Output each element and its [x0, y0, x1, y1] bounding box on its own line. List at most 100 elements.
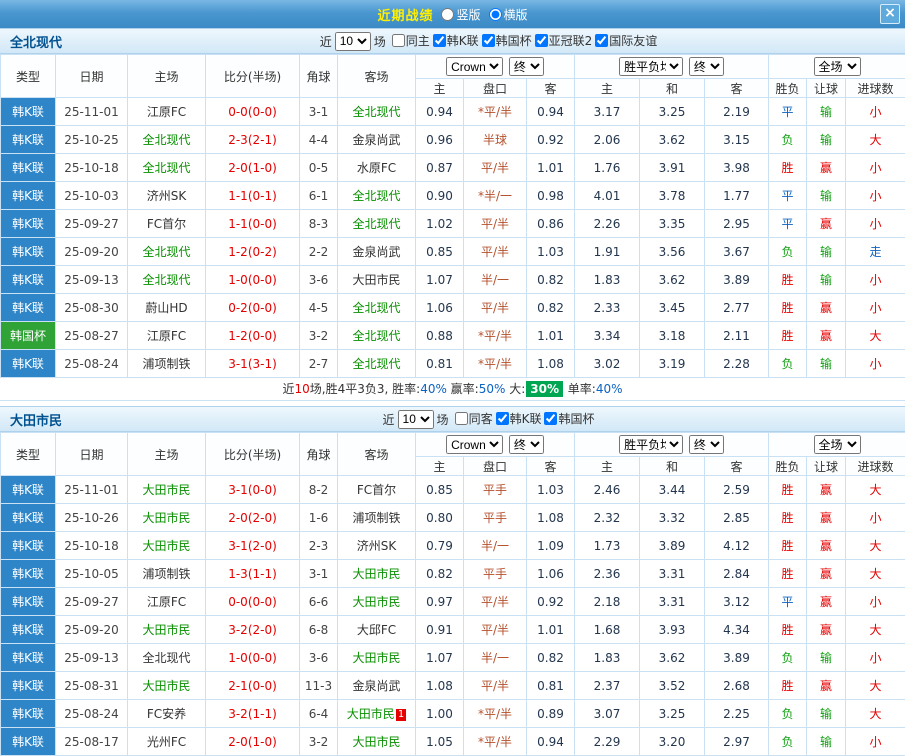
home-team: 大田市民 [128, 476, 206, 504]
odds-stage-select[interactable]: 终 [509, 435, 544, 454]
horizontal-radio-input[interactable] [489, 8, 502, 21]
home-team: 光州FC [128, 728, 206, 756]
avg-away-odds: 2.97 [705, 728, 769, 756]
checkbox-label: 国际友谊 [609, 32, 657, 49]
league-filter-checkbox[interactable]: 亚冠联2 [535, 32, 593, 49]
avg-draw-odds: 3.93 [640, 616, 705, 644]
odds-stage-select[interactable]: 终 [509, 57, 544, 76]
corner-score: 3-6 [300, 644, 338, 672]
col-corner: 角球 [300, 433, 338, 476]
league-filter-checkbox[interactable]: 韩国杯 [482, 32, 532, 49]
team-band: 全北现代 近 10 场 同主韩K联韩国杯亚冠联2国际友谊 [0, 28, 905, 54]
league-filter-checkbox[interactable]: 韩K联 [433, 32, 479, 49]
match-row: 韩K联25-09-27江原FC0-0(0-0)6-6大田市民0.97平/半0.9… [1, 588, 905, 616]
avg-group-header: 胜平负均值 终 [575, 433, 769, 457]
layout-vertical-radio[interactable]: 竖版 [441, 6, 480, 23]
team-section-away: 大田市民 近 10 场 同客韩K联韩国杯 类型 日期 主场 比分(半场) 角球 … [0, 406, 905, 756]
match-count-select[interactable]: 10 [335, 32, 371, 51]
avg-draw-odds: 3.32 [640, 504, 705, 532]
corner-score: 8-2 [300, 476, 338, 504]
league-filter-checkbox[interactable]: 韩K联 [496, 410, 542, 427]
handicap: *平/半 [464, 728, 527, 756]
checkbox-input[interactable] [455, 412, 468, 425]
summary-segment: 场,胜4平3负3, 胜率: [310, 382, 420, 396]
bookmaker-select[interactable]: Crown [446, 57, 503, 76]
home-odds: 1.08 [416, 672, 464, 700]
bookmaker-select[interactable]: Crown [446, 435, 503, 454]
home-odds: 1.00 [416, 700, 464, 728]
avg-draw-odds: 3.19 [640, 350, 705, 378]
handicap: 平/半 [464, 210, 527, 238]
avg-away-odds: 2.59 [705, 476, 769, 504]
checkbox-input[interactable] [496, 412, 509, 425]
league-type-cell: 韩国杯 [1, 322, 56, 350]
avg-type-select[interactable]: 胜平负均值 [619, 435, 683, 454]
league-filter-checkbox[interactable]: 韩国杯 [544, 410, 594, 427]
avg-draw-odds: 3.62 [640, 126, 705, 154]
league-filter-checkbox[interactable]: 同主 [392, 32, 430, 49]
avg-home-odds: 1.73 [575, 532, 640, 560]
odds-group-header: Crown 终 [416, 55, 575, 79]
score: 0-0(0-0) [206, 588, 300, 616]
checkbox-input[interactable] [433, 34, 446, 47]
avg-away-odds: 3.15 [705, 126, 769, 154]
match-count-select[interactable]: 10 [398, 410, 434, 429]
avg-home-odds: 2.29 [575, 728, 640, 756]
home-team: 全北现代 [128, 126, 206, 154]
goals-result-cell: 小 [846, 504, 905, 532]
checkbox-input[interactable] [595, 34, 608, 47]
checkbox-label: 同客 [469, 410, 493, 427]
scope-select[interactable]: 全场 [814, 435, 861, 454]
match-row: 韩K联25-08-30蔚山HD0-2(0-0)4-5全北现代1.06平/半0.8… [1, 294, 905, 322]
home-team: FC首尔 [128, 210, 206, 238]
avg-home-odds: 2.36 [575, 560, 640, 588]
league-filter-checkbox[interactable]: 国际友谊 [595, 32, 657, 49]
checkbox-input[interactable] [544, 412, 557, 425]
corner-score: 6-4 [300, 700, 338, 728]
result-cell: 负 [769, 644, 807, 672]
avg-stage-select[interactable]: 终 [689, 57, 724, 76]
handicap: *半/一 [464, 182, 527, 210]
checkbox-input[interactable] [535, 34, 548, 47]
red-card-badge: 1 [396, 709, 406, 721]
match-date: 25-10-25 [56, 126, 128, 154]
avg-away-odds: 4.34 [705, 616, 769, 644]
league-type-cell: 韩K联 [1, 294, 56, 322]
match-date: 25-09-13 [56, 266, 128, 294]
checkbox-input[interactable] [482, 34, 495, 47]
handicap-result-cell: 赢 [807, 560, 846, 588]
home-team: 浦项制铁 [128, 350, 206, 378]
match-date: 25-09-13 [56, 644, 128, 672]
handicap: 半/一 [464, 532, 527, 560]
avg-type-select[interactable]: 胜平负均值 [619, 57, 683, 76]
score: 1-3(1-1) [206, 560, 300, 588]
score: 0-0(0-0) [206, 98, 300, 126]
summary-segment: 40% [420, 382, 447, 396]
avg-stage-select[interactable]: 终 [689, 435, 724, 454]
score: 0-2(0-0) [206, 294, 300, 322]
corner-score: 3-6 [300, 266, 338, 294]
avg-away-odds: 1.77 [705, 182, 769, 210]
handicap: *平/半 [464, 98, 527, 126]
close-icon[interactable]: × [880, 4, 900, 24]
league-type-cell: 韩K联 [1, 616, 56, 644]
col-home: 主场 [128, 433, 206, 476]
goals-result-cell: 大 [846, 560, 905, 588]
subcol-goals: 进球数 [846, 79, 905, 98]
avg-home-odds: 3.17 [575, 98, 640, 126]
match-row: 韩K联25-11-01江原FC0-0(0-0)3-1全北现代0.94*平/半0.… [1, 98, 905, 126]
scope-select[interactable]: 全场 [814, 57, 861, 76]
match-date: 25-08-24 [56, 700, 128, 728]
match-row: 韩K联25-09-27FC首尔1-1(0-0)8-3全北现代1.02平/半0.8… [1, 210, 905, 238]
result-cell: 胜 [769, 154, 807, 182]
handicap: 半/一 [464, 644, 527, 672]
summary-segment: 大: [505, 382, 525, 396]
checkbox-input[interactable] [392, 34, 405, 47]
col-date: 日期 [56, 433, 128, 476]
league-filter-checkbox[interactable]: 同客 [455, 410, 493, 427]
away-team: FC首尔 [338, 476, 416, 504]
avg-draw-odds: 3.20 [640, 728, 705, 756]
vertical-radio-input[interactable] [441, 8, 454, 21]
avg-away-odds: 2.84 [705, 560, 769, 588]
layout-horizontal-radio[interactable]: 横版 [489, 6, 528, 23]
